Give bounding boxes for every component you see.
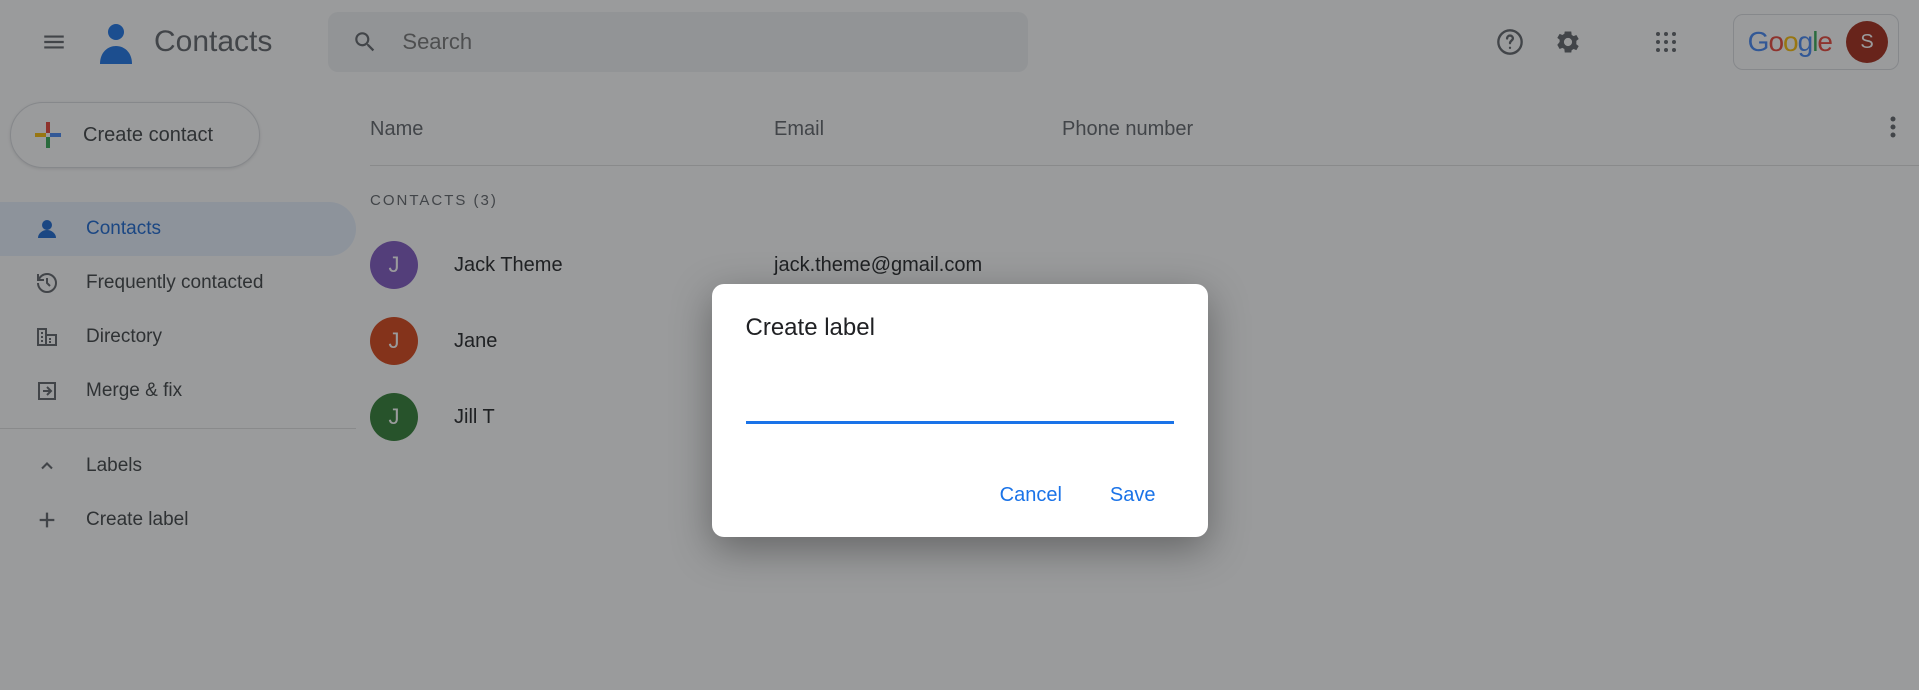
save-button[interactable]: Save xyxy=(1110,484,1156,507)
cancel-button[interactable]: Cancel xyxy=(1000,484,1062,507)
dialog-title: Create label xyxy=(746,314,1174,342)
label-name-input[interactable] xyxy=(746,386,1174,424)
modal-overlay[interactable]: Create label Cancel Save xyxy=(0,0,1919,690)
create-label-dialog: Create label Cancel Save xyxy=(712,284,1208,537)
dialog-actions: Cancel Save xyxy=(746,484,1174,515)
